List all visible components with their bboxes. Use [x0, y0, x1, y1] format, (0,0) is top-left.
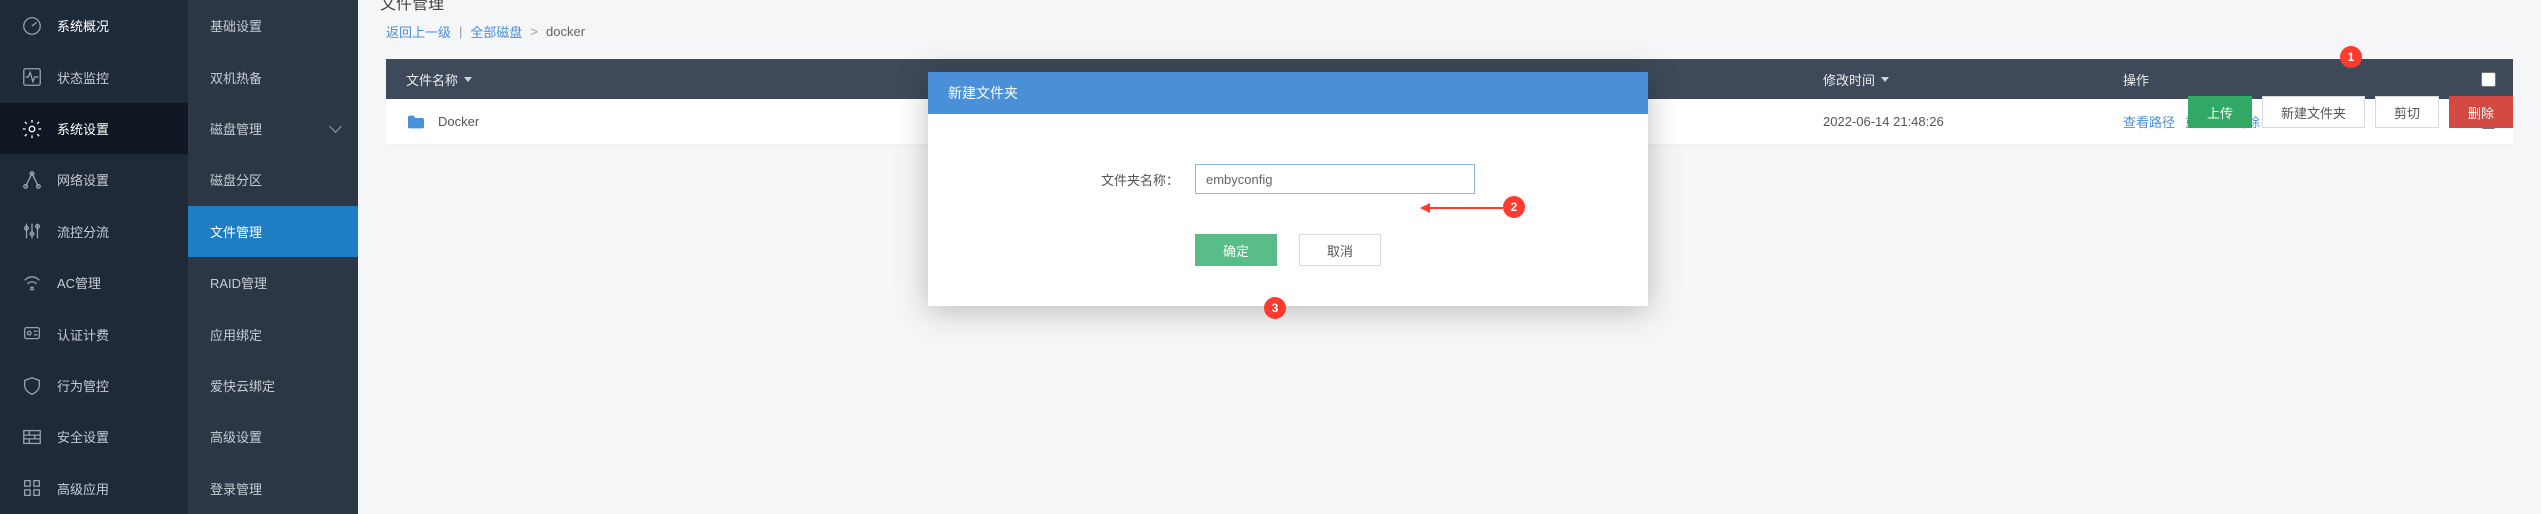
badge-icon [21, 323, 43, 345]
select-all-checkbox[interactable] [2481, 72, 2496, 87]
sub-app-binding[interactable]: 应用绑定 [188, 308, 358, 359]
nav-flow-control[interactable]: 流控分流 [0, 206, 188, 257]
nav-status-monitor[interactable]: 状态监控 [0, 51, 188, 102]
sub-disk-management[interactable]: 磁盘管理 [188, 103, 358, 154]
grid-icon [21, 477, 43, 499]
network-icon [21, 169, 43, 191]
col-header-ops: 操作 [2123, 70, 2463, 89]
pulse-icon [21, 66, 43, 88]
nav-network-settings[interactable]: 网络设置 [0, 154, 188, 205]
nav-label: 高级应用 [57, 479, 109, 498]
nav-label: 系统概况 [57, 16, 109, 35]
sort-caret-icon [464, 77, 472, 82]
nav-advanced-apps[interactable]: 高级应用 [0, 463, 188, 514]
gauge-icon [21, 15, 43, 37]
nav-label: 网络设置 [57, 170, 109, 189]
nav-behavior-control[interactable]: 行为管控 [0, 360, 188, 411]
new-folder-dialog: 新建文件夹 文件夹名称： 确定 取消 [928, 72, 1648, 306]
nav-system-overview[interactable]: 系统概况 [0, 0, 188, 51]
breadcrumb-back-link[interactable]: 返回上一级 [386, 22, 451, 41]
nav-ac-management[interactable]: AC管理 [0, 257, 188, 308]
col-header-check [2463, 72, 2513, 87]
nav-label: 行为管控 [57, 376, 109, 395]
cut-button[interactable]: 剪切 [2375, 96, 2439, 128]
wall-icon [21, 426, 43, 448]
annotation-marker-2: 2 [1503, 196, 1525, 218]
annotation-arrow-2 [1428, 207, 1503, 209]
op-view-path[interactable]: 查看路径 [2123, 112, 2175, 131]
dialog-cancel-button[interactable]: 取消 [1299, 234, 1381, 266]
nav-label: 系统设置 [57, 119, 109, 138]
nav-system-settings[interactable]: 系统设置 [0, 103, 188, 154]
sub-file-management[interactable]: 文件管理 [188, 206, 358, 257]
dialog-field-label: 文件夹名称： [1101, 170, 1179, 189]
sub-ikuai-cloud-binding[interactable]: 爱快云绑定 [188, 360, 358, 411]
nav-label: AC管理 [57, 273, 101, 292]
nav-label: 安全设置 [57, 427, 109, 446]
nav-label: 状态监控 [57, 68, 109, 87]
secondary-sidebar: 基础设置 双机热备 磁盘管理 磁盘分区 文件管理 RAID管理 应用绑定 爱快云… [188, 0, 358, 514]
upload-button[interactable]: 上传 [2188, 96, 2252, 128]
breadcrumb-root-link[interactable]: 全部磁盘 [470, 22, 522, 41]
file-toolbar: 上传 新建文件夹 剪切 删除 [2188, 96, 2513, 128]
nav-security-settings[interactable]: 安全设置 [0, 411, 188, 462]
col-header-mtime[interactable]: 修改时间 [1823, 70, 2123, 89]
sub-raid-management[interactable]: RAID管理 [188, 257, 358, 308]
file-name: Docker [438, 114, 479, 129]
folder-icon [406, 114, 426, 130]
wifi-icon [21, 272, 43, 294]
annotation-marker-3: 3 [1264, 297, 1286, 319]
breadcrumb-sep: | [459, 24, 462, 39]
sliders-icon [21, 220, 43, 242]
breadcrumb: 返回上一级 | 全部磁盘 > docker [358, 0, 2541, 59]
sort-caret-icon [1881, 77, 1889, 82]
sub-advanced-settings[interactable]: 高级设置 [188, 411, 358, 462]
new-folder-button[interactable]: 新建文件夹 [2262, 96, 2365, 128]
folder-name-input[interactable] [1195, 164, 1475, 194]
nav-label: 流控分流 [57, 222, 109, 241]
sub-login-management[interactable]: 登录管理 [188, 463, 358, 514]
file-mtime: 2022-06-14 21:48:26 [1823, 114, 1944, 129]
shield-icon [21, 375, 43, 397]
dialog-ok-button[interactable]: 确定 [1195, 234, 1277, 266]
breadcrumb-current: docker [546, 24, 585, 39]
primary-sidebar: 系统概况 状态监控 系统设置 网络设置 流控分流 AC管理 认证计费 行为管控 [0, 0, 188, 514]
delete-button[interactable]: 删除 [2449, 96, 2513, 128]
dialog-title: 新建文件夹 [928, 72, 1648, 114]
sub-disk-partition[interactable]: 磁盘分区 [188, 154, 358, 205]
nav-auth-billing[interactable]: 认证计费 [0, 308, 188, 359]
sub-basic-settings[interactable]: 基础设置 [188, 0, 358, 51]
nav-label: 认证计费 [57, 325, 109, 344]
annotation-marker-1: 1 [2340, 46, 2362, 68]
sub-dual-hot-standby[interactable]: 双机热备 [188, 51, 358, 102]
gear-icon [21, 118, 43, 140]
breadcrumb-sep: > [530, 24, 538, 39]
